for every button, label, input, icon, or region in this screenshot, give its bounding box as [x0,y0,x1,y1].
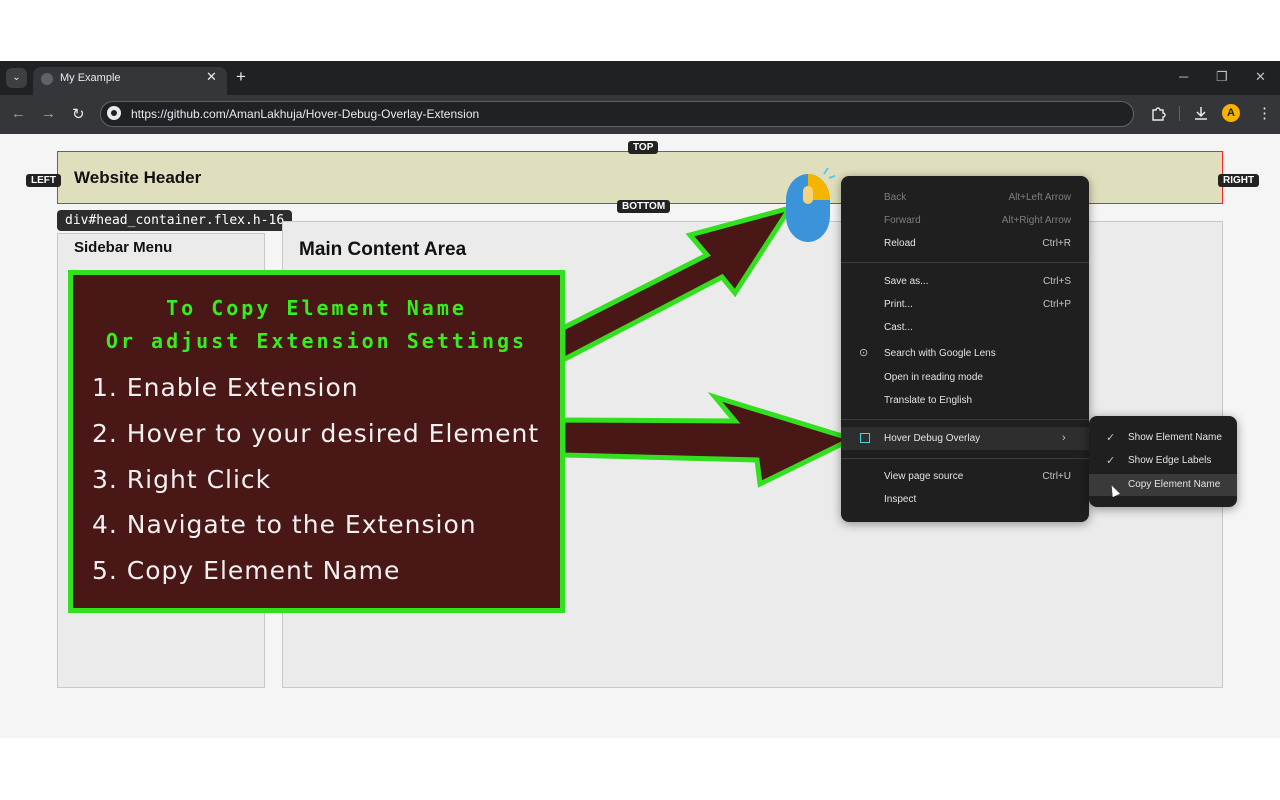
menu-item-save-as[interactable]: Save as... [884,276,928,287]
menu-item-cast[interactable]: Cast... [884,322,913,333]
submenu-show-edge-labels[interactable]: Show Edge Labels [1128,455,1211,466]
shortcut-back: Alt+Left Arrow [1008,192,1071,203]
menu-item-reading-mode[interactable]: Open in reading mode [884,372,983,383]
mouse-icon [786,168,836,242]
instruction-step: 1. Enable Extension [92,373,359,402]
shortcut-save-as: Ctrl+S [1042,276,1071,287]
menu-separator [841,262,1089,263]
menu-item-reload[interactable]: Reload [884,238,916,249]
menu-item-view-source[interactable]: View page source [884,471,963,482]
menu-item-google-lens[interactable]: Search with Google Lens [884,348,996,359]
shortcut-view-source: Ctrl+U [1042,471,1071,482]
menu-item-print[interactable]: Print... [884,299,913,310]
instruction-heading-line2: Or adjust Extension Settings [105,329,528,353]
instruction-heading-line1: To Copy Element Name [166,296,467,320]
menu-item-hover-debug-overlay[interactable]: Hover Debug Overlay [884,433,980,444]
overlay-extension-icon [860,433,870,443]
instruction-step: 3. Right Click [92,465,272,494]
instruction-step: 2. Hover to your desired Element [92,419,540,448]
menu-item-back[interactable]: Back [884,192,906,203]
arrow-to-mouse [560,203,796,365]
google-lens-icon: ⊙ [859,347,869,359]
shortcut-reload: Ctrl+R [1042,238,1071,249]
chevron-right-icon: › [1062,432,1066,444]
menu-item-translate[interactable]: Translate to English [884,395,972,406]
submenu-show-element-name[interactable]: Show Element Name [1128,432,1222,443]
submenu-copy-element-name[interactable]: Copy Element Name [1128,479,1220,490]
checkmark-icon: ✓ [1106,455,1116,467]
menu-item-inspect[interactable]: Inspect [884,494,916,505]
menu-item-forward[interactable]: Forward [884,215,921,226]
menu-separator [841,458,1089,459]
shortcut-print: Ctrl+P [1042,299,1071,310]
arrow-to-menu [560,392,859,488]
instruction-step: 4. Navigate to the Extension [92,510,477,539]
shortcut-forward: Alt+Right Arrow [1001,215,1071,226]
checkmark-icon: ✓ [1106,432,1116,444]
menu-separator [841,419,1089,420]
instruction-step: 5. Copy Element Name [92,556,401,585]
